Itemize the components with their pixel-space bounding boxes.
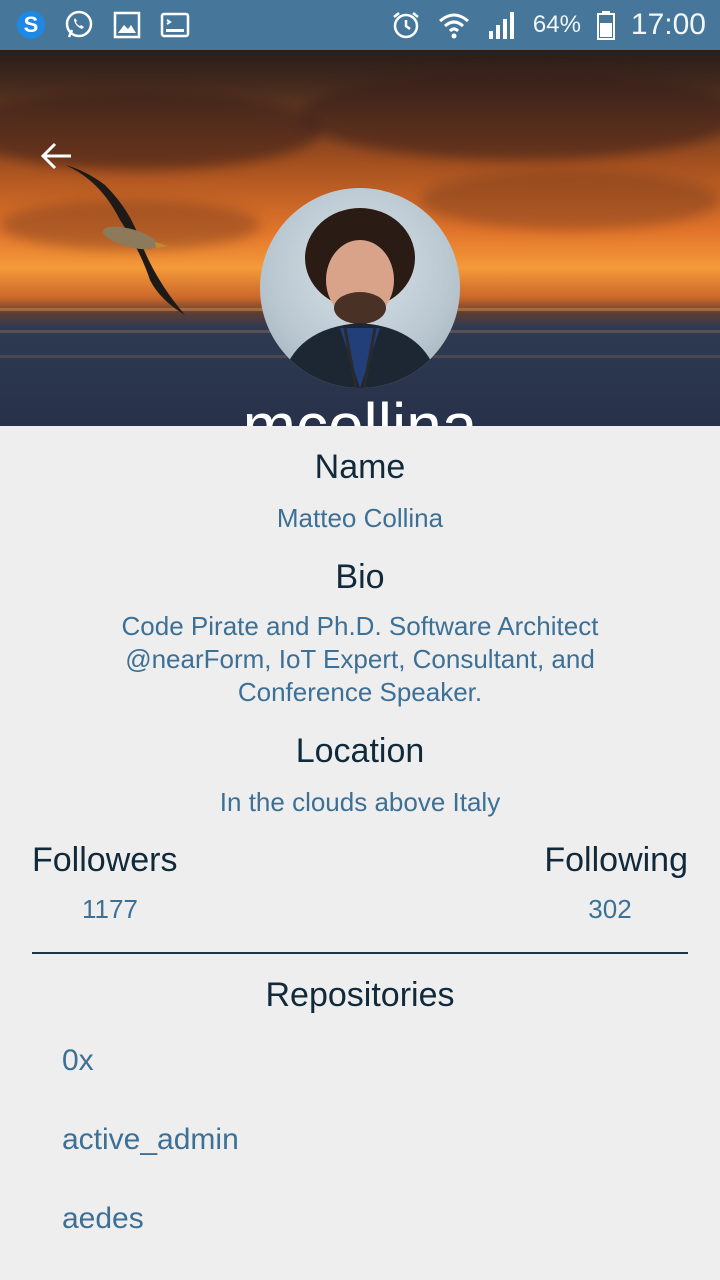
bio-line: Code Pirate and Ph.D. Software Architect: [121, 611, 599, 641]
avatar: [260, 188, 460, 388]
profile-header: mcollina: [0, 50, 720, 426]
back-button[interactable]: [36, 136, 76, 176]
seagull-image: [65, 165, 185, 315]
avatar-image: [280, 208, 440, 388]
location-label: Location: [295, 732, 425, 770]
bio-line: @nearForm, IoT Expert, Consultant, and: [125, 644, 595, 674]
repositories-title: Repositories: [265, 976, 455, 1014]
header-cloud: [300, 70, 720, 160]
bio-value: Code Pirate and Ph.D. Software Architect…: [60, 610, 660, 709]
terminal-icon: [158, 8, 192, 42]
bio-line: Conference Speaker.: [237, 677, 483, 707]
arrow-left-icon: [40, 142, 71, 170]
alarm-icon: [389, 8, 423, 42]
profile-username: mcollina: [242, 390, 478, 426]
svg-text:S: S: [24, 12, 39, 37]
status-bar: S 64% 17:00: [0, 0, 720, 50]
wifi-icon: [437, 8, 471, 42]
following-count: 302: [588, 894, 632, 924]
header-cloud: [420, 170, 720, 230]
bio-label: Bio: [335, 558, 385, 596]
followers-label: Followers: [32, 841, 178, 879]
location-value: In the clouds above Italy: [219, 787, 501, 817]
status-bar-notifications: S: [14, 8, 192, 42]
skype-icon: S: [14, 8, 48, 42]
followers-count: 1177: [82, 894, 138, 924]
name-label: Name: [314, 448, 406, 486]
repository-item[interactable]: 0x: [62, 1044, 94, 1078]
name-value: Matteo Collina: [276, 503, 444, 533]
signal-icon: [485, 8, 519, 42]
repository-item[interactable]: active_admin: [62, 1123, 239, 1157]
gallery-icon: [110, 8, 144, 42]
clock: 17:00: [630, 8, 706, 41]
battery-icon: [595, 8, 617, 42]
status-bar-system: 64% 17:00: [389, 8, 706, 42]
profile-details: Name Matteo Collina Bio Code Pirate and …: [0, 426, 720, 1280]
divider: [32, 952, 688, 954]
whatsapp-icon: [62, 8, 96, 42]
following-label: Following: [544, 841, 688, 879]
battery-percent: 64%: [532, 11, 581, 38]
repository-item[interactable]: aedes: [62, 1202, 144, 1236]
